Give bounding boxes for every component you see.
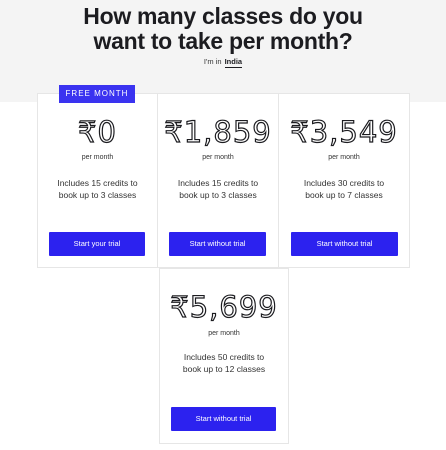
plan-price: ₹0 xyxy=(77,115,117,149)
page-title: How many classes do you want to take per… xyxy=(0,4,446,54)
start-without-trial-button[interactable]: Start without trial xyxy=(291,232,398,256)
plan-description-line-1: Includes 15 credits to xyxy=(177,178,259,188)
start-without-trial-button[interactable]: Start without trial xyxy=(171,407,276,431)
plan-period: per month xyxy=(81,154,114,161)
plan-description-line-1: Includes 50 credits to xyxy=(183,352,265,362)
plan-description-line-2: book up to 3 classes xyxy=(58,190,137,200)
location-selector: I'm in India xyxy=(0,57,446,68)
plan-description: Includes 30 credits to book up to 7 clas… xyxy=(278,177,410,201)
plan-description: Includes 15 credits to book up to 3 clas… xyxy=(37,177,158,201)
plan-price: ₹5,699 xyxy=(170,290,278,324)
free-month-badge: FREE MONTH xyxy=(59,85,135,103)
plan-description-line-2: book up to 12 classes xyxy=(182,364,266,374)
plan-description-line-2: book up to 3 classes xyxy=(179,190,257,200)
plan-price: ₹1,859 xyxy=(164,115,272,149)
location-country-link[interactable]: India xyxy=(224,57,243,68)
start-without-trial-button[interactable]: Start without trial xyxy=(169,232,266,256)
plan-description-line-1: Includes 15 credits to xyxy=(57,178,138,188)
plan-period: per month xyxy=(208,330,240,337)
plan-description: Includes 50 credits to book up to 12 cla… xyxy=(159,351,289,375)
plan-period: per month xyxy=(328,154,360,161)
page-title-line-1: How many classes do you xyxy=(83,3,363,29)
plan-period: per month xyxy=(202,154,234,161)
page-title-line-2: want to take per month? xyxy=(93,28,353,54)
plan-description: Includes 15 credits to book up to 3 clas… xyxy=(157,177,279,201)
plan-price: ₹3,549 xyxy=(290,115,398,149)
start-your-trial-button[interactable]: Start your trial xyxy=(49,232,145,256)
location-prefix: I'm in xyxy=(203,57,222,66)
plan-description-line-2: book up to 7 classes xyxy=(305,190,383,200)
plan-description-line-1: Includes 30 credits to xyxy=(303,178,385,188)
